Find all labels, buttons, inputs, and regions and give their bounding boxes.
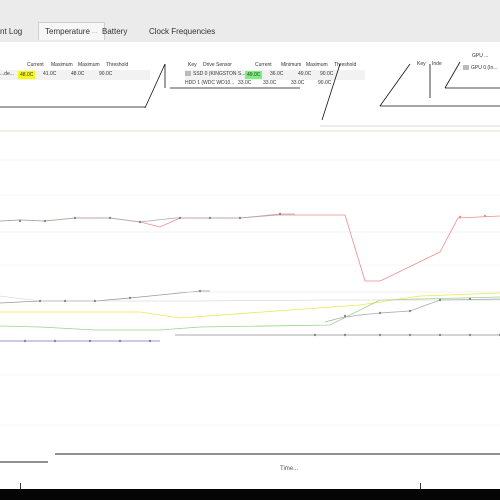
data-point bbox=[138, 220, 142, 224]
data-point bbox=[483, 214, 487, 218]
data-point bbox=[278, 212, 282, 216]
x-axis-label-text: Time bbox=[280, 466, 294, 472]
leader-line bbox=[144, 63, 166, 109]
data-point bbox=[468, 297, 472, 301]
data-point bbox=[458, 215, 462, 219]
data-point bbox=[343, 314, 347, 318]
taskbar bbox=[0, 489, 500, 500]
data-point bbox=[63, 299, 67, 303]
data-point bbox=[73, 216, 77, 220]
data-point bbox=[88, 339, 92, 343]
leader-line bbox=[321, 63, 341, 121]
data-point bbox=[208, 216, 212, 220]
data-point bbox=[148, 339, 152, 343]
series-line-green bbox=[0, 296, 500, 331]
data-point bbox=[438, 333, 442, 337]
data-point bbox=[408, 333, 412, 337]
data-point bbox=[118, 339, 122, 343]
data-point bbox=[378, 333, 382, 337]
data-point bbox=[378, 311, 382, 315]
data-point bbox=[53, 339, 57, 343]
data-point bbox=[178, 216, 182, 220]
data-point bbox=[128, 296, 132, 300]
leader-lines bbox=[0, 61, 500, 127]
data-point bbox=[93, 299, 97, 303]
series-line-hdd bbox=[324, 298, 500, 323]
data-point bbox=[313, 333, 317, 337]
leader-line bbox=[379, 63, 411, 107]
data-point bbox=[468, 333, 472, 337]
series-line-pink bbox=[0, 214, 500, 282]
data-point bbox=[38, 299, 42, 303]
data-point bbox=[18, 219, 22, 223]
data-point bbox=[43, 219, 47, 223]
data-point bbox=[238, 216, 242, 220]
data-point bbox=[343, 333, 347, 337]
data-point bbox=[108, 216, 112, 220]
temperature-chart bbox=[0, 61, 500, 463]
data-point bbox=[23, 339, 27, 343]
gridlines bbox=[0, 130, 500, 426]
x-axis-label-suffix: ... bbox=[293, 466, 299, 472]
x-axis-label: Time... bbox=[280, 466, 298, 472]
data-point bbox=[198, 289, 202, 293]
data-point bbox=[438, 298, 442, 302]
leader-line bbox=[444, 61, 461, 89]
data-point bbox=[408, 309, 412, 313]
